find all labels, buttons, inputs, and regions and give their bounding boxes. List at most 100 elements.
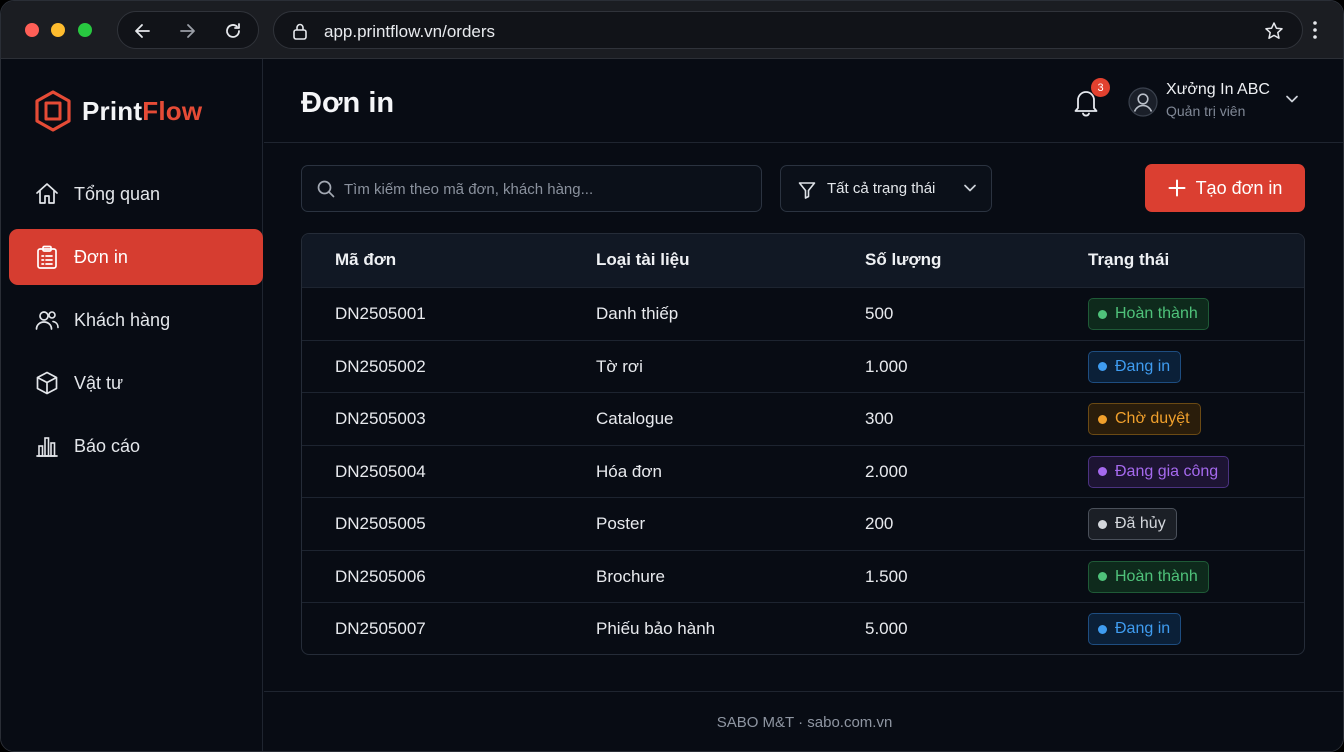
- quantity: 200: [865, 514, 894, 533]
- sidebar-nav: Tổng quan Đơn in Khách hàng Vật tư Báo c…: [9, 166, 263, 481]
- status-text: Hoàn thành: [1115, 305, 1198, 322]
- page-header: Đơn in 3 Xưởng In ABC Quản trị viên: [264, 59, 1343, 143]
- order-id: DN2505006: [335, 566, 426, 586]
- url-text: app.printflow.vn/orders: [324, 22, 496, 41]
- browser-window: app.printflow.vn/orders PrintFlow Tổng q…: [0, 0, 1344, 752]
- status-text: Đang in: [1115, 357, 1171, 375]
- table-row[interactable]: DN2505005 Poster 200 Đã hủy: [302, 497, 1304, 550]
- window-maximize-button[interactable]: [78, 23, 92, 37]
- document-type: Danh thiếp: [596, 304, 679, 323]
- order-id: DN2505005: [335, 514, 426, 533]
- orders-table: Mã đơn Loại tài liệu Số lượng Trạng thái…: [301, 233, 1305, 655]
- browser-menu-icon[interactable]: [1305, 19, 1325, 41]
- sidebar-item-overview[interactable]: Tổng quan: [9, 166, 263, 222]
- order-id: DN2505003: [335, 409, 426, 428]
- user-role: Quản trị viên: [1166, 103, 1246, 119]
- status-badge: Hoàn thành: [1088, 560, 1209, 593]
- search-icon: [317, 180, 335, 198]
- sidebar-item-label: Báo cáo: [74, 435, 141, 456]
- browser-toolbar: app.printflow.vn/orders: [1, 1, 1343, 59]
- table-header: Mã đơn Loại tài liệu Số lượng Trạng thái: [302, 234, 1304, 287]
- forward-icon[interactable]: [176, 20, 198, 42]
- filter-icon: [798, 182, 816, 199]
- plus-icon: [1168, 179, 1186, 197]
- sidebar-item-reports[interactable]: Báo cáo: [9, 418, 263, 474]
- status-badge: Chờ duyệt: [1088, 403, 1201, 435]
- window-minimize-button[interactable]: [51, 23, 65, 37]
- user-name[interactable]: Xưởng In ABC: [1166, 81, 1270, 99]
- nav-buttons: [117, 11, 259, 49]
- status-text: Chờ duyệt: [1115, 410, 1190, 427]
- order-id: DN2505007: [335, 619, 426, 638]
- sidebar-item-materials[interactable]: Vật tư: [9, 355, 263, 411]
- brand-logo[interactable]: PrintFlow: [33, 89, 202, 133]
- status-filter-select[interactable]: Tất cả trạng thái: [780, 165, 992, 212]
- status-dot: [1098, 467, 1107, 476]
- box-icon: [34, 370, 60, 396]
- lock-icon: [292, 22, 308, 45]
- quantity: 500: [865, 304, 894, 323]
- bar-chart-icon: [34, 433, 60, 459]
- status-dot: [1098, 414, 1107, 424]
- brand-name: PrintFlow: [82, 95, 203, 126]
- users-icon: [34, 307, 60, 333]
- footer-text: SABO M&T · sabo.com.vn: [716, 714, 893, 731]
- address-bar[interactable]: app.printflow.vn/orders: [273, 11, 1303, 49]
- table-row[interactable]: DN2505001 Danh thiếp 500 Hoàn thành: [302, 287, 1304, 340]
- status-dot: [1098, 362, 1107, 371]
- status-text: Hoàn thành: [1115, 567, 1198, 585]
- status-text: Đang gia công: [1115, 462, 1219, 480]
- create-order-button[interactable]: Tạo đơn in: [1145, 164, 1305, 212]
- chevron-down-icon[interactable]: [1284, 93, 1300, 105]
- table-row[interactable]: DN2505007 Phiếu bảo hành 5.000 Đang in: [302, 602, 1304, 654]
- table-row[interactable]: DN2505002 Tờ rơi 1.000 Đang in: [302, 339, 1304, 393]
- sidebar-item-label: Tổng quan: [74, 183, 161, 204]
- user-avatar-icon[interactable]: [1128, 87, 1158, 117]
- table-row[interactable]: DN2505004 Hóa đơn 2.000 Đang gia công: [302, 444, 1304, 498]
- sidebar: PrintFlow Tổng quan Đơn in Khách hàng Vậ…: [1, 59, 263, 751]
- status-badge: Hoàn thành: [1088, 298, 1209, 330]
- sidebar-item-customers[interactable]: Khách hàng: [9, 292, 263, 348]
- order-id: DN2505004: [335, 461, 426, 481]
- sidebar-item-label: Đơn in: [74, 246, 128, 267]
- quantity: 1.500: [865, 566, 908, 586]
- window-close-button[interactable]: [25, 23, 39, 37]
- main-content: Đơn in 3 Xưởng In ABC Quản trị viên Tìm …: [264, 59, 1343, 751]
- table-row[interactable]: DN2505003 Catalogue 300 Chờ duyệt: [302, 392, 1304, 445]
- order-id: DN2505001: [335, 304, 426, 323]
- sidebar-item-label: Vật tư: [74, 372, 124, 393]
- document-type: Tờ rơi: [596, 356, 643, 376]
- document-type: Catalogue: [596, 409, 674, 428]
- filter-selected-value: Tất cả trạng thái: [827, 180, 936, 197]
- quantity: 2.000: [865, 461, 908, 481]
- back-icon[interactable]: [132, 20, 154, 42]
- page-title: Đơn in: [301, 87, 395, 119]
- table-row[interactable]: DN2505006 Brochure 1.500 Hoàn thành: [302, 549, 1304, 603]
- create-order-label: Tạo đơn in: [1195, 177, 1283, 198]
- status-dot: [1098, 519, 1107, 529]
- document-type: Poster: [596, 514, 646, 533]
- sidebar-item-label: Khách hàng: [74, 309, 171, 330]
- search-box: [301, 165, 762, 212]
- chevron-down-icon: [964, 184, 976, 192]
- search-input[interactable]: [344, 178, 744, 200]
- status-badge: Đã hủy: [1088, 508, 1177, 540]
- column-header-document-type[interactable]: Loại tài liệu: [596, 250, 690, 270]
- clipboard-icon: [34, 244, 60, 270]
- status-badge: Đang in: [1088, 350, 1182, 383]
- quantity: 1.000: [865, 356, 908, 376]
- printflow-logo-icon: [35, 90, 71, 132]
- reload-icon[interactable]: [222, 20, 244, 42]
- bookmark-star-icon[interactable]: [1264, 21, 1284, 46]
- home-icon: [34, 181, 60, 207]
- status-dot: [1098, 572, 1107, 581]
- column-header-order-id[interactable]: Mã đơn: [335, 250, 396, 270]
- document-type: Phiếu bảo hành: [596, 619, 716, 638]
- status-dot: [1098, 624, 1107, 634]
- column-header-status[interactable]: Trạng thái: [1088, 250, 1169, 270]
- column-header-quantity[interactable]: Số lượng: [865, 250, 941, 270]
- order-id: DN2505002: [335, 356, 426, 376]
- page-footer: SABO M&T · sabo.com.vn: [264, 691, 1343, 751]
- sidebar-item-orders[interactable]: Đơn in: [9, 229, 263, 285]
- document-type: Hóa đơn: [596, 461, 662, 481]
